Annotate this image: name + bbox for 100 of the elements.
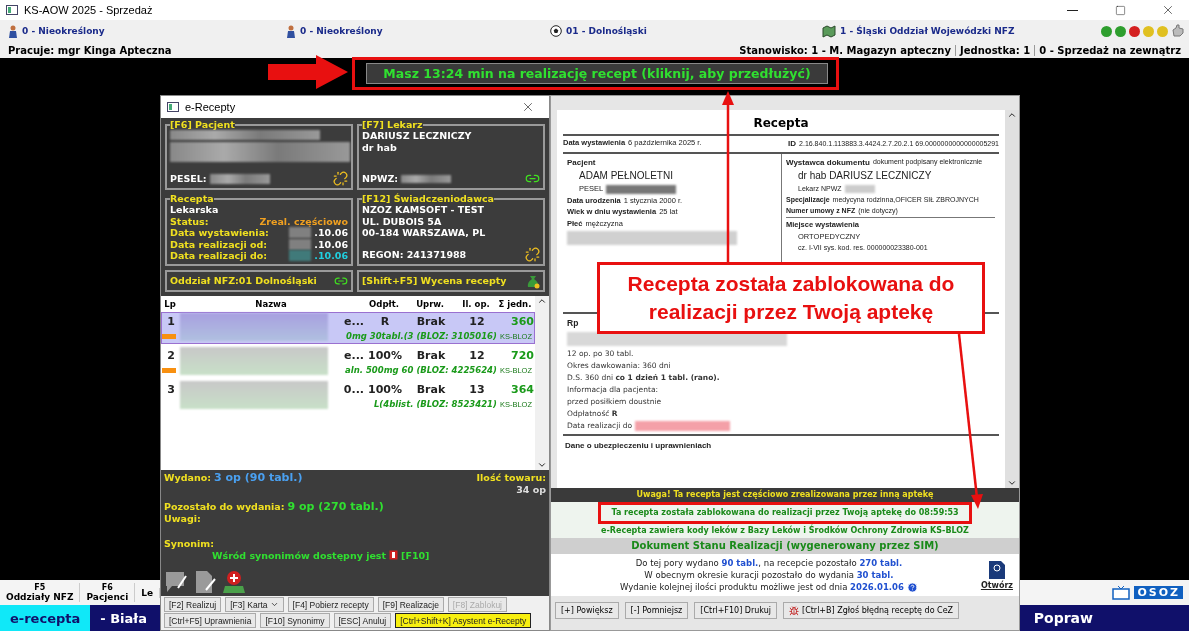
provider-line: NZOZ KAMSOFT - TEST: [362, 204, 485, 216]
table-cell-text: 1: [166, 314, 176, 328]
action-button[interactable]: [Ctrl+F10] Drukuj: [694, 602, 777, 619]
timer-message[interactable]: Masz 13:24 min na realizację recept (kliknij, aby przedłużyć): [366, 63, 828, 84]
speech-bubble-icon[interactable]: [164, 570, 188, 594]
lock-message: Ta recepta została zablokowana do realizacji przez Twoją aptekę do 08:59:53: [598, 502, 972, 524]
action-button[interactable]: [Ctrl+Shift+K] Asystent e-Recepty: [395, 613, 532, 628]
minimize-icon: [1066, 9, 1078, 11]
person-icon: [286, 24, 296, 38]
action-button[interactable]: [F9] Realizacje: [377, 597, 444, 612]
panel-legend: [F7] Lekarz: [362, 120, 423, 130]
bug-icon: [789, 605, 799, 616]
table-cell-text: 13: [468, 382, 486, 396]
pricing-panel[interactable]: [Shift+F5] Wycena recepty: [357, 270, 545, 292]
table-cell: 0...: [343, 382, 364, 396]
bottom-tab[interactable]: e-recepta: [0, 605, 91, 631]
section-heading: Rp: [567, 316, 580, 329]
action-button[interactable]: [-] Pomniejsz: [624, 602, 689, 619]
field-label: Data realizacji do:: [170, 250, 268, 262]
field-label: ID: [788, 138, 797, 150]
action-button[interactable]: [ESC] Anuluj: [333, 613, 392, 628]
action-button[interactable]: [+] Powiększ: [555, 602, 619, 619]
action-button[interactable]: [Ctrl+F5] Uprawnienia: [164, 613, 257, 628]
drug-detail: L(4blist. (BLOZ: 8523421): [373, 399, 497, 409]
redacted-block: [209, 173, 270, 184]
caret-icon: [269, 600, 279, 609]
action-button[interactable]: Popraw: [1027, 605, 1099, 631]
summary-label: Synonim:: [164, 538, 216, 550]
map-icon: [822, 24, 836, 38]
redacted-block: [289, 238, 312, 250]
summary-value: 3 op (90 tabl.): [214, 472, 303, 484]
table-cell-text: 12: [468, 348, 486, 362]
person-icon: [8, 24, 18, 38]
table-cell-text: 100%: [367, 382, 403, 396]
app-icon: [167, 101, 179, 113]
column-header: Uprw.: [415, 299, 445, 309]
panel-legend: Recepta: [170, 194, 214, 204]
money-bag-icon: [526, 273, 540, 289]
logo: OSOZ: [1134, 586, 1183, 599]
action-button[interactable]: [F4] Pobierz recepty: [287, 597, 374, 612]
regon-label: REGON: 241371988: [362, 248, 467, 261]
column-header: Nazwa: [254, 299, 288, 309]
panel-legend: [F6] Pacjent: [170, 120, 235, 130]
table-cell-text: Brak: [415, 382, 447, 396]
provider-line: UL. DUBOIS 5A: [362, 215, 443, 227]
shortcut-label: [F10]: [401, 549, 430, 561]
doctor-name: dr hab DARIUSZ LECZNICZY: [798, 169, 933, 184]
action-button[interactable]: [F10] Synonimy: [260, 613, 330, 628]
redacted-block: [401, 174, 452, 183]
document-title: Recepta: [563, 110, 999, 136]
open-link[interactable]: Otwórz: [980, 581, 1013, 590]
table-cell: e...: [344, 314, 364, 328]
warning-message: Uwaga! Ta recepta jest częściowo zrealizowana przez inną aptekę: [551, 488, 1019, 502]
maximize-icon: [1114, 4, 1126, 16]
help-icon[interactable]: [906, 581, 918, 593]
station-label: Stanowisko: 1 - M. Magazyn apteczny: [738, 44, 952, 56]
section-heading: Wystawca dokumentu: [786, 156, 870, 169]
field-value: Zreal. częściowo: [259, 215, 348, 227]
broken-link-icon: [333, 171, 348, 186]
pricing-label: [Shift+F5] Wycena recepty: [362, 275, 507, 287]
scrollbar[interactable]: [535, 296, 549, 470]
patient-name: ADAM PEŁNOLETNI: [579, 169, 674, 184]
pesel-label: PESEL:: [170, 172, 207, 185]
sale-label: 0 - Sprzedaż na zewnątrz: [1034, 44, 1185, 56]
table-cell-text: 364: [510, 382, 534, 396]
scroll-up-icon: [1007, 110, 1017, 120]
redacted-block: [606, 184, 677, 194]
document-icon[interactable]: [194, 570, 216, 594]
field-label: Data wystawienia:: [170, 227, 269, 239]
bottom-tab[interactable]: - Biała: [90, 605, 157, 631]
map-pin-icon[interactable]: [222, 570, 246, 594]
close-icon: [1161, 3, 1175, 17]
info-label: 1 - Śląski Oddział Wojewódzki NFZ: [840, 26, 1015, 36]
info-label: 01 - Dolnośląski: [566, 26, 647, 36]
close-icon: [521, 100, 535, 114]
section-heading: Pacjent: [567, 156, 597, 169]
unit-label: Jednostka: 1: [955, 44, 1035, 56]
document-icon: [987, 560, 1006, 580]
function-key[interactable]: F6 Pacjenci: [80, 583, 136, 602]
redacted-block: [844, 184, 875, 193]
user-label: Pracuje: mgr Kinga Apteczna: [7, 44, 173, 56]
scroll-down-icon: [1007, 478, 1017, 488]
field-value: .10.06: [314, 238, 348, 250]
action-button[interactable]: [Ctrl+B] Zgłoś błędną receptę do CeZ: [783, 602, 960, 619]
section-heading: Dane o ubezpieczeniu i uprawnieniach: [564, 439, 713, 452]
panel-legend: [F12] Świadczeniodawca: [362, 194, 494, 204]
action-button[interactable]: [F2] Realizuj: [164, 597, 222, 612]
tv-icon: [1112, 585, 1131, 600]
summary-label: Pozostało do wydania:: [164, 501, 285, 513]
app-icon: [6, 4, 18, 16]
nfz-label: Oddział NFZ:01 Dolnośląski: [170, 275, 317, 287]
scrollbar[interactable]: [1005, 110, 1019, 488]
summary-label: Wydano:: [164, 472, 211, 484]
function-key[interactable]: F5 Oddziały NFZ: [0, 583, 81, 602]
doctor-title: dr hab: [362, 141, 398, 153]
table-cell-text: 3: [166, 382, 176, 396]
section-heading: Dokument Stanu Realizacji (wygenerowany przez SIM): [551, 538, 1019, 554]
window-title: KS-AOW 2025 - Sprzedaż: [24, 4, 154, 16]
action-button[interactable]: [F3] Karta: [225, 597, 284, 612]
ball-icon: [550, 25, 562, 37]
